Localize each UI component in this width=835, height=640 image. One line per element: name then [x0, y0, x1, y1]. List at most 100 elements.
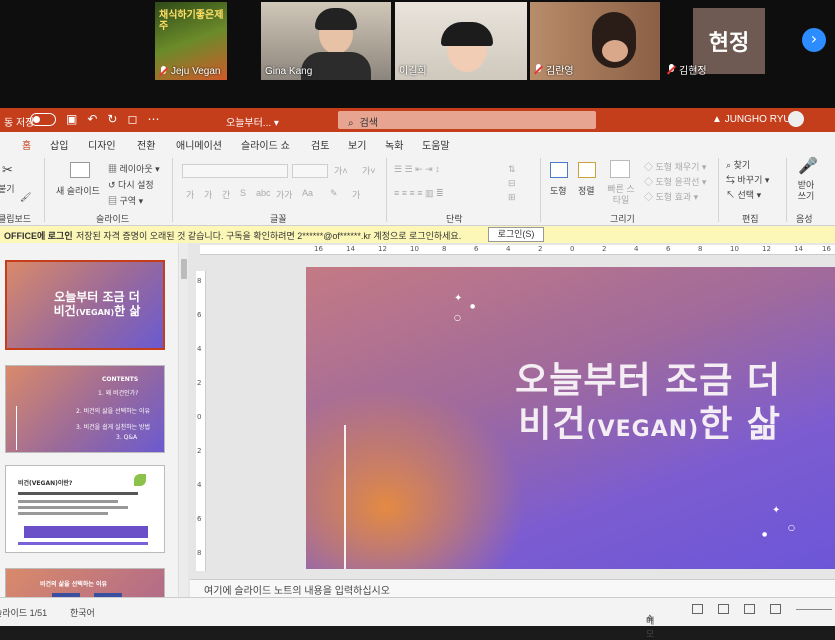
zoom-slider[interactable] [796, 609, 832, 610]
zoom-gallery: 채식하기좋은제주 Jeju Vegan Gina Kang 이길희 김란영 현정… [0, 0, 835, 108]
divider [44, 158, 45, 222]
smartart-icon[interactable]: ⊞ [508, 192, 516, 203]
present-icon[interactable]: ◻ [127, 112, 137, 126]
shape-effects-button[interactable]: ◇ 도형 효과 ▾ [644, 190, 698, 203]
arrange-icon[interactable] [578, 162, 596, 178]
new-slide-button[interactable]: 새 슬라이드 [56, 184, 100, 197]
tab-animations[interactable]: 애니메이션 [176, 137, 222, 152]
tab-help[interactable]: 도움말 [422, 137, 450, 152]
microphone-icon[interactable]: 🎤 [798, 156, 818, 176]
arrange-button[interactable]: 정렬 [578, 184, 595, 197]
font-grow-icon[interactable]: 가˄ [334, 164, 348, 177]
tab-review[interactable]: 검토 [311, 137, 329, 152]
layout-button[interactable]: ▦ 레이아웃 ▾ [108, 162, 160, 175]
align-text-icon[interactable]: ⊟ [508, 178, 516, 189]
align-icons[interactable]: ≡ ≡ ≡ ≡ ▥ ≣ [394, 188, 444, 199]
replace-button[interactable]: ⇆ 바꾸기 ▾ [726, 173, 769, 186]
notes-input[interactable]: 여기에 슬라이드 노트의 내용을 입력하십시오 [190, 579, 835, 597]
font-shrink-icon[interactable]: 가˅ [362, 164, 376, 177]
mic-muted-icon [667, 64, 676, 75]
language-indicator[interactable]: 한국어 [70, 606, 95, 619]
shapes-button[interactable]: 도형 [550, 184, 567, 197]
thumbnail-scrollbar[interactable] [178, 243, 188, 597]
mic-muted-icon [534, 64, 543, 75]
strikethrough-button[interactable]: abc [256, 188, 271, 198]
slide-thumbnail-2[interactable]: CONTENTS 1. 왜 비건인가? 2. 비건의 삶을 선택하는 이유 3.… [5, 365, 165, 453]
participant-name: Gina Kang [265, 66, 313, 77]
reset-button[interactable]: ↺ 다시 설정 [108, 178, 154, 191]
shapes-icon[interactable] [550, 162, 568, 178]
poster-text: 채식하기좋은제주 [159, 10, 224, 32]
font-size-field[interactable] [292, 164, 328, 178]
bold-button[interactable]: 가 [186, 188, 194, 201]
font-name-field[interactable] [182, 164, 288, 178]
customize-icon[interactable]: ⋯ [147, 112, 159, 126]
autosave-toggle[interactable] [30, 113, 56, 126]
select-button[interactable]: ↖ 선택 ▾ [726, 188, 761, 201]
shape-outline-button[interactable]: ◇ 도형 윤곽선 ▾ [644, 175, 706, 188]
underline-button[interactable]: 간 [222, 188, 230, 201]
slide-title-line2: 비건(VEGAN)한 삶 [518, 404, 781, 445]
paste-button[interactable]: 붙기 [0, 182, 15, 195]
text-line [18, 506, 128, 509]
undo-icon[interactable]: ↶ [87, 112, 97, 126]
user-account[interactable]: ▲ JUNGHO RYU [712, 114, 791, 125]
avatar[interactable] [788, 111, 804, 127]
tab-design[interactable]: 디자인 [88, 137, 116, 152]
find-button[interactable]: ⌕ 찾기 [726, 158, 750, 171]
login-button[interactable]: 로그인(S) [488, 227, 544, 242]
participant-tile-3[interactable]: 이길희 [395, 2, 527, 80]
font-color-button[interactable]: 가 [352, 188, 360, 201]
participant-hair [315, 8, 357, 30]
highlight-icon[interactable]: ✎ [330, 188, 338, 199]
participant-tile-gina-kang[interactable]: Gina Kang [261, 2, 391, 80]
normal-view-icon[interactable] [692, 604, 703, 614]
scrollbar-thumb[interactable] [181, 259, 187, 279]
search-icon: ⌕ [348, 118, 354, 129]
horizontal-ruler: 16 14 12 10 8 6 4 2 0 2 4 6 8 10 12 14 1… [200, 245, 835, 255]
quick-styles-icon[interactable] [610, 160, 630, 178]
text-direction-icon[interactable]: ⇅ [508, 164, 516, 175]
reading-view-icon[interactable] [744, 604, 755, 614]
sparkle-icon: ✦ [454, 293, 463, 304]
slideshow-icon[interactable] [770, 604, 781, 614]
dictate-button[interactable]: 받아쓰기 [794, 180, 818, 202]
save-icon[interactable]: ▣ [66, 112, 77, 126]
shape-fill-button[interactable]: ◇ 도형 채우기 ▾ [644, 160, 706, 173]
tab-slideshow[interactable]: 슬라이드 쇼 [241, 137, 290, 152]
cut-icon[interactable]: ✂ [2, 162, 13, 178]
bullets-icon[interactable]: ☰ ☰ ⇤ ⇥ ↕ [394, 164, 440, 175]
tab-transitions[interactable]: 전환 [137, 137, 155, 152]
next-page-button[interactable]: › [802, 28, 826, 52]
document-title[interactable]: 오늘부터... ▾ [226, 114, 279, 129]
spacing-button[interactable]: 가가 [276, 188, 293, 201]
slide-sorter-icon[interactable] [718, 604, 729, 614]
quick-styles-button[interactable]: 빠른 스타일 [604, 184, 638, 206]
slide-thumbnail-pane[interactable]: 오늘부터 조금 더 비건(VEGAN)한 삶 CONTENTS 1. 왜 비건인… [0, 243, 178, 608]
tab-insert[interactable]: 삽입 [50, 137, 68, 152]
divider [718, 158, 719, 222]
change-case-button[interactable]: Aa [302, 188, 313, 198]
slide-thumbnail-3[interactable]: 비건(VEGAN)이란? [5, 465, 165, 553]
redo-icon[interactable]: ↻ [107, 112, 117, 126]
shadow-button[interactable]: S [240, 188, 246, 198]
text-line [18, 500, 118, 503]
participant-tile-jeju-vegan[interactable]: 채식하기좋은제주 Jeju Vegan [155, 2, 227, 80]
slide-title[interactable]: 오늘부터 조금 더 비건(VEGAN)한 삶 [515, 359, 781, 452]
search-input[interactable]: ⌕ 검색 [338, 111, 596, 129]
format-painter-icon[interactable]: 🖌 [20, 192, 31, 203]
participant-tile-4[interactable]: 김란영 [530, 2, 660, 80]
participant-name: 김란영 [546, 66, 574, 77]
dot-icon: ● [470, 303, 476, 310]
new-slide-icon[interactable] [70, 162, 90, 178]
section-button[interactable]: ▤ 구역 ▾ [108, 194, 143, 207]
group-label-voice: 음성 [796, 214, 813, 224]
participant-hair [441, 22, 493, 46]
slide-thumbnail-1[interactable]: 오늘부터 조금 더 비건(VEGAN)한 삶 [5, 260, 165, 350]
italic-button[interactable]: 가 [204, 188, 212, 201]
participant-tile-5[interactable]: 현정 김현정 [663, 2, 798, 80]
decorative-line [344, 425, 346, 569]
tab-view[interactable]: 보기 [348, 137, 366, 152]
tab-record[interactable]: 녹화 [385, 137, 403, 152]
slide-canvas[interactable]: ✦ ● ○ ✦ ○ ● 오늘부터 조금 더 비건(VEGAN)한 삶 [306, 267, 835, 569]
